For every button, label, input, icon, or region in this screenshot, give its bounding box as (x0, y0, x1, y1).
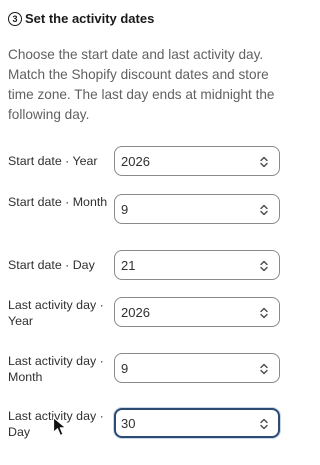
section-title: Set the activity dates (25, 11, 155, 26)
field-start-year: Start date · Year 2026 (8, 146, 280, 176)
last-day-select[interactable]: 30 (114, 408, 280, 438)
last-year-select[interactable]: 2026 (114, 297, 280, 327)
select-value: 2026 (121, 305, 150, 320)
mouse-pointer-icon (52, 416, 67, 437)
chevron-up-down-icon (260, 363, 268, 375)
select-value: 21 (121, 258, 136, 273)
section-description: Choose the start date and last activity … (8, 47, 275, 122)
field-last-month: Last activity day · Month 9 (8, 353, 280, 384)
select-value: 9 (121, 361, 129, 376)
field-label: Start date · Month (8, 195, 108, 209)
chevron-up-down-icon (260, 307, 268, 319)
field-last-day: Last activity day · Day 30 (8, 408, 280, 439)
chevron-up-down-icon (260, 156, 268, 168)
step-number-icon: 3 (8, 11, 22, 26)
start-day-select[interactable]: 21 (114, 250, 280, 280)
start-month-select[interactable]: 9 (114, 194, 280, 224)
field-label: Start date · Day (8, 258, 95, 272)
last-month-select[interactable]: 9 (114, 353, 280, 383)
field-label: Last activity day · Year (8, 298, 104, 328)
activity-dates-panel: 3 Set the activity dates Choose the star… (0, 0, 286, 465)
chevron-up-down-icon (260, 418, 268, 430)
field-last-year: Last activity day · Year 2026 (8, 297, 280, 328)
field-label: Start date · Year (8, 154, 98, 168)
select-value: 2026 (121, 154, 150, 169)
select-value: 30 (121, 416, 136, 431)
chevron-up-down-icon (260, 260, 268, 272)
field-start-day: Start date · Day 21 (8, 250, 280, 280)
section-heading: 3 Set the activity dates (8, 11, 154, 26)
field-start-month: Start date · Month 9 (8, 194, 280, 224)
select-value: 9 (121, 202, 129, 217)
start-year-select[interactable]: 2026 (114, 146, 280, 176)
field-label: Last activity day · Month (8, 354, 104, 384)
chevron-up-down-icon (260, 204, 268, 216)
